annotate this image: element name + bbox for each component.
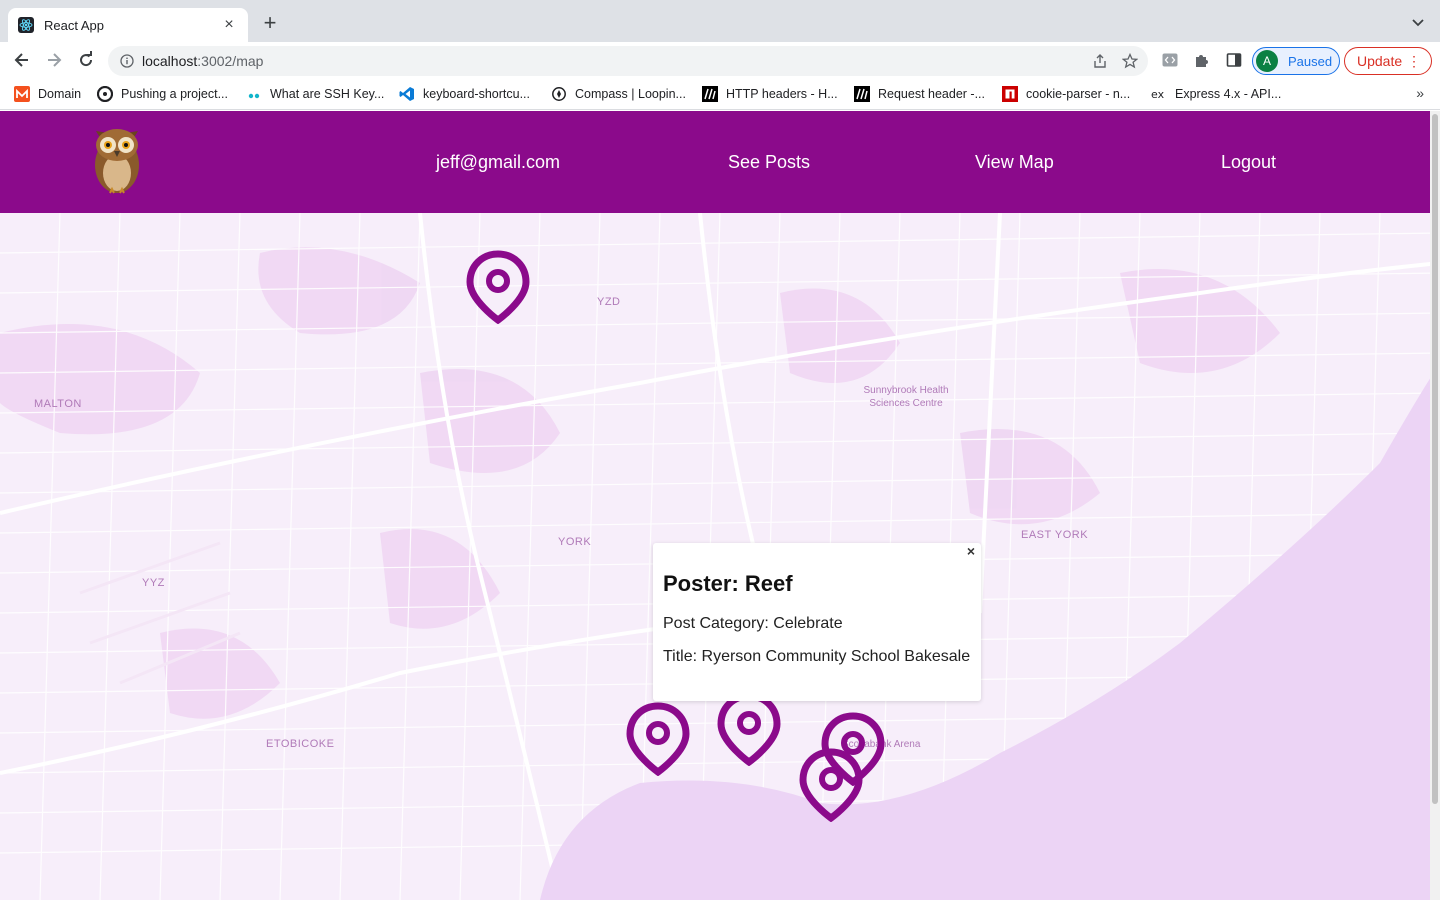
popup-poster: Poster: Reef [663,571,793,596]
bookmark-item[interactable]: Compass | Loopin... [551,86,686,102]
domain-icon [14,86,30,102]
map-marker-icon[interactable] [626,702,690,776]
npm-icon [1002,86,1018,102]
chevron-down-icon[interactable] [1410,14,1426,30]
extensions-puzzle-icon[interactable] [1194,52,1210,68]
compass-icon [552,87,566,101]
bookmark-label: HTTP headers - H... [726,87,838,101]
map-marker-icon[interactable] [799,748,863,822]
mdn-icon [854,86,870,102]
vscode-icon [399,87,414,101]
map-marker-icon[interactable] [466,250,530,324]
bookmark-item[interactable]: HTTP headers - H... [702,86,838,102]
side-panel-icon[interactable] [1226,52,1242,68]
omnibox-actions [1092,53,1138,69]
more-vert-icon[interactable]: ⋮ [1407,53,1421,69]
code-extension-icon[interactable] [1162,52,1178,68]
github-icon [97,86,113,102]
bookmark-label: cookie-parser - n... [1026,87,1131,101]
ssh-icon [248,93,260,99]
map-label-yzd: YZD [597,296,621,308]
map-label-etobicoke: ETOBICOKE [266,738,335,750]
map-label-yyz: YYZ [142,577,165,589]
map-label-malton: MALTON [34,398,82,410]
express-icon: ex [1151,88,1165,101]
update-button[interactable]: Update ⋮ [1344,47,1432,75]
forward-icon[interactable] [44,50,64,70]
profile-button[interactable]: A Paused [1252,47,1340,75]
tab-close-icon[interactable]: × [220,16,238,34]
back-icon[interactable] [12,50,32,70]
bookmarks-bar: Domain Pushing a project... What are SSH… [0,78,1440,110]
bookmark-item[interactable]: Pushing a project... [97,86,228,102]
bookmark-star-icon[interactable] [1122,53,1138,69]
bookmark-item[interactable]: Domain [14,86,81,102]
logout-link[interactable]: Logout [1221,152,1276,173]
bookmark-label: Request header -... [878,87,986,101]
reload-icon[interactable] [76,50,96,70]
tab-strip: React App × + [0,0,1440,42]
avatar: A [1256,50,1278,72]
bookmark-label: Pushing a project... [121,87,229,101]
bookmark-item[interactable]: cookie-parser - n... [1002,86,1130,102]
bookmark-item[interactable]: keyboard-shortcu... [399,86,530,102]
map-label-sunnybrook: Sunnybrook Health Sciences Centre [863,385,949,409]
view-map-link[interactable]: View Map [975,152,1054,173]
app-navbar: jeff@gmail.com See Posts View Map Logout [0,111,1440,213]
popup-category: Post Category: Celebrate [663,615,843,632]
browser-tab[interactable]: React App × [8,8,248,42]
bookmark-item[interactable]: Request header -... [854,86,985,102]
react-icon [18,17,34,33]
bookmark-label: What are SSH Key... [270,87,385,101]
scrollbar-thumb[interactable] [1432,114,1438,804]
bookmark-label: Compass | Loopin... [575,87,686,101]
info-icon[interactable] [120,54,134,68]
svg-text:ex: ex [1151,88,1165,101]
url-host: localhost [142,53,198,69]
bookmark-label: Express 4.x - API... [1175,87,1282,101]
bookmark-item[interactable]: What are SSH Key... [246,86,384,102]
map-label-york: YORK [558,536,592,548]
new-tab-button[interactable]: + [258,12,282,36]
popup-close-button[interactable]: × [967,543,975,559]
profile-status: Paused [1288,53,1333,69]
bookmark-item[interactable]: ex Express 4.x - API... [1151,86,1281,102]
owl-logo-icon[interactable] [88,117,146,197]
more-bookmarks-icon[interactable]: » [1416,85,1424,101]
post-popup: × Poster: Reef Post Category: Celebrate … [653,543,981,701]
popup-title: Title: Ryerson Community School Bakesale [663,648,971,665]
update-label: Update [1357,53,1403,69]
bookmark-label: keyboard-shortcu... [423,87,530,101]
url-path: :3002/map [197,53,264,69]
share-icon[interactable] [1092,53,1108,69]
browser-toolbar: localhost:3002/map A Paused Update ⋮ [0,42,1440,78]
tab-title: React App [44,17,104,33]
map-marker-icon[interactable] [717,692,781,766]
bookmark-label: Domain [38,87,82,101]
see-posts-link[interactable]: See Posts [728,152,810,173]
address-bar[interactable]: localhost:3002/map [108,46,1148,76]
user-email: jeff@gmail.com [436,152,560,172]
map-label-east-york: EAST YORK [1021,529,1089,541]
url-text: localhost:3002/map [142,53,263,69]
mdn-icon [702,86,718,102]
